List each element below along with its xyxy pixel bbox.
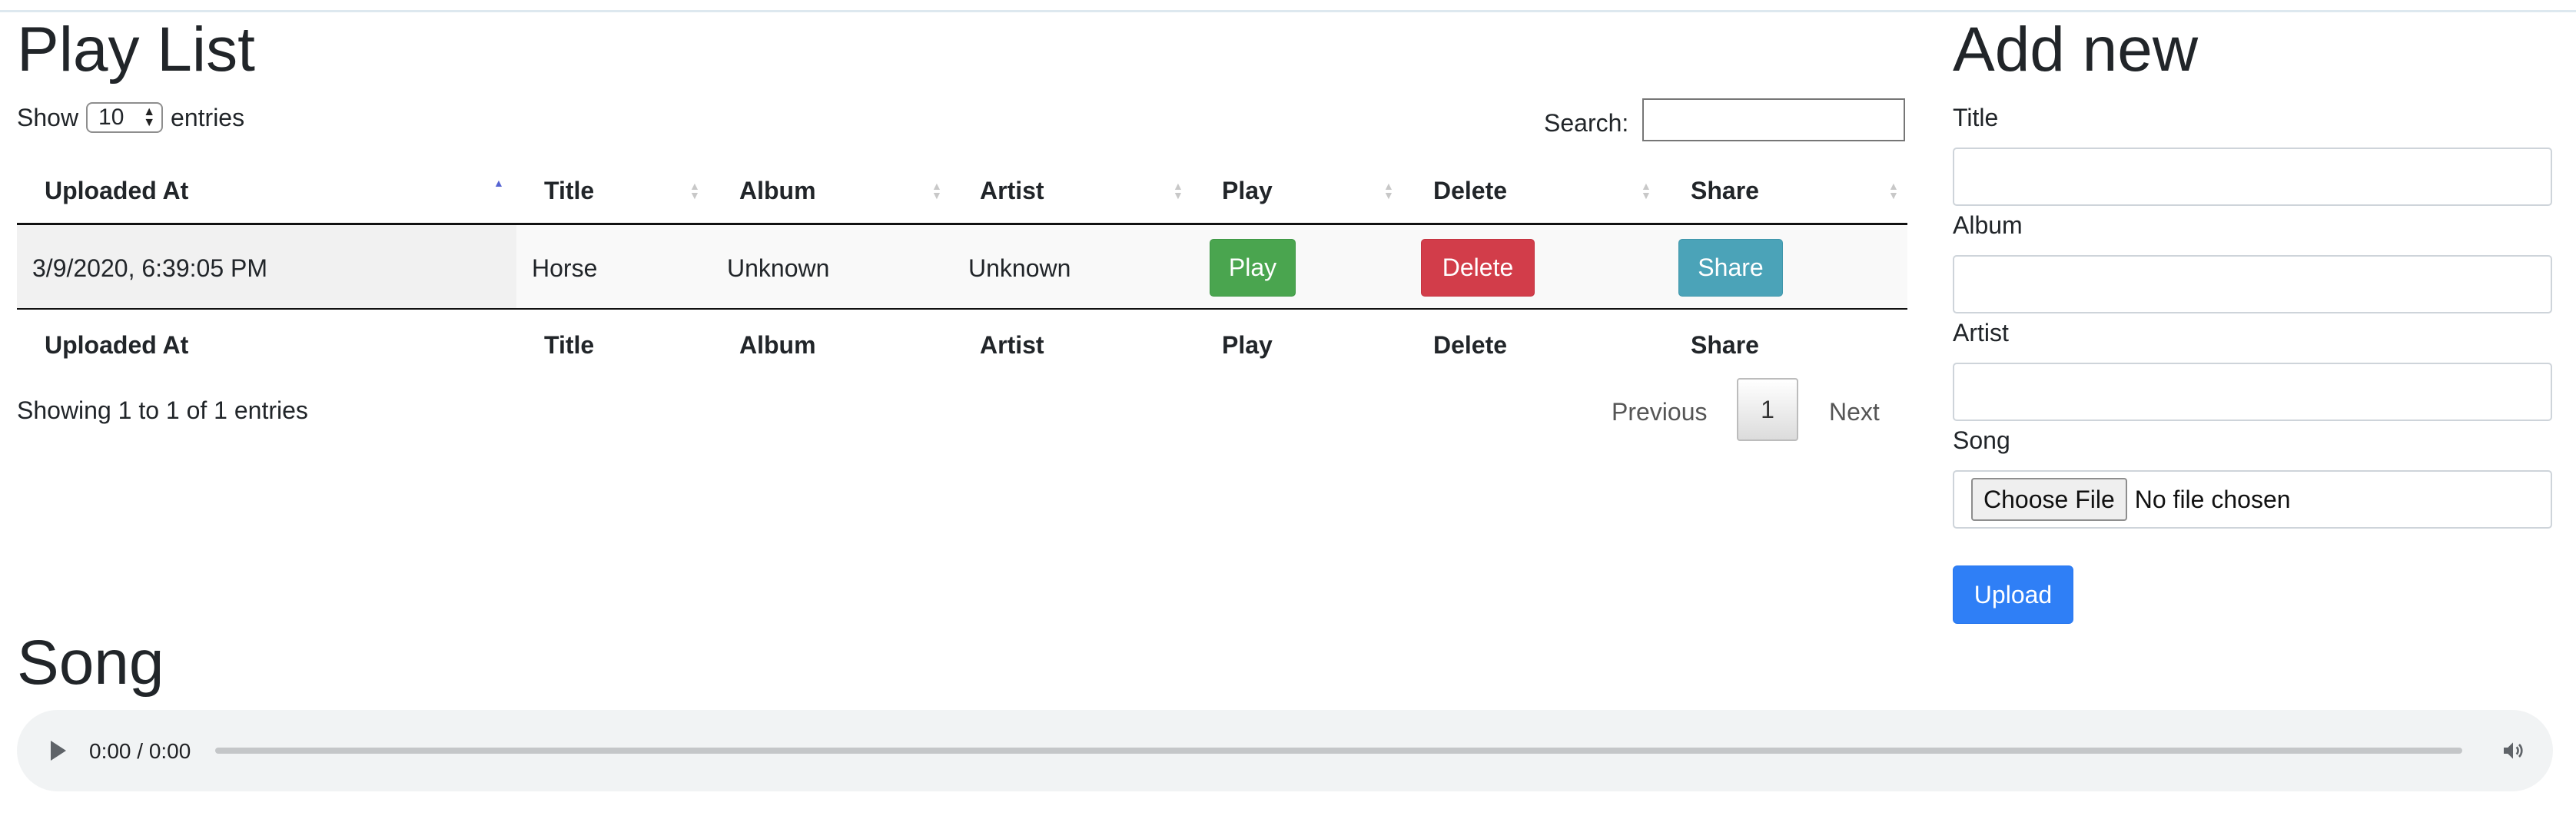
add-new-heading: Add new	[1953, 15, 2199, 85]
footer-title: Title	[544, 331, 595, 359]
top-border	[0, 10, 2576, 12]
artist-label: Artist	[1953, 319, 2009, 347]
sort-arrows-icon: ▲▼	[493, 177, 504, 189]
column-header-artist[interactable]: Artist	[980, 178, 1044, 203]
play-icon[interactable]	[51, 741, 66, 761]
sort-arrows-icon: ▲▼	[931, 180, 942, 201]
page-size-select[interactable]: 10 ▲ ▼	[86, 102, 164, 133]
footer-divider	[17, 308, 1907, 310]
share-button[interactable]: Share	[1678, 239, 1783, 297]
search-input[interactable]	[1642, 98, 1905, 141]
column-header-delete[interactable]: Delete	[1433, 178, 1507, 203]
artist-field[interactable]	[1953, 363, 2552, 421]
play-button[interactable]: Play	[1210, 239, 1296, 297]
cell-uploaded-at: 3/9/2020, 6:39:05 PM	[32, 254, 267, 282]
search-label: Search:	[1544, 109, 1629, 137]
song-label: Song	[1953, 426, 2010, 454]
column-header-play[interactable]: Play	[1222, 178, 1273, 203]
delete-button[interactable]: Delete	[1421, 239, 1535, 297]
upload-button[interactable]: Upload	[1953, 565, 2073, 624]
sort-arrows-icon: ▲▼	[1173, 180, 1183, 201]
file-status: No file chosen	[2134, 485, 2291, 513]
footer-artist: Artist	[980, 331, 1044, 359]
song-heading: Song	[17, 628, 164, 698]
table-info: Showing 1 to 1 of 1 entries	[17, 396, 308, 424]
pagination-previous[interactable]: Previous	[1612, 398, 1708, 426]
footer-album: Album	[739, 331, 816, 359]
sort-arrows-icon: ▲▼	[1888, 180, 1899, 201]
speaker-icon[interactable]	[2501, 738, 2525, 763]
footer-uploaded-at: Uploaded At	[45, 331, 189, 359]
page: Play List Show 10 ▲ ▼ entries Search: Upl…	[0, 0, 2576, 839]
page-size-control: Show 10 ▲ ▼ entries	[17, 102, 244, 133]
album-label: Album	[1953, 211, 2023, 239]
column-header-uploaded-at[interactable]: Uploaded At	[45, 178, 188, 203]
choose-file-button[interactable]: Choose File	[1971, 478, 2127, 521]
cell-artist: Unknown	[968, 254, 1071, 282]
footer-delete: Delete	[1433, 331, 1508, 359]
page-size-value: 10	[98, 104, 124, 130]
pagination-page-1[interactable]: 1	[1737, 378, 1798, 441]
album-field[interactable]	[1953, 255, 2552, 313]
sort-arrows-icon: ▲▼	[1383, 180, 1394, 201]
column-header-share[interactable]: Share	[1691, 178, 1759, 203]
playlist-heading: Play List	[17, 15, 255, 85]
show-label: Show	[17, 104, 79, 131]
audio-time: 0:00 / 0:00	[89, 739, 191, 763]
sort-arrows-icon: ▲▼	[689, 180, 700, 201]
footer-play: Play	[1222, 331, 1273, 359]
audio-progress-bar[interactable]	[215, 748, 2462, 754]
sort-arrows-icon: ▲▼	[1641, 180, 1651, 201]
column-header-album[interactable]: Album	[739, 178, 816, 203]
footer-share: Share	[1691, 331, 1759, 359]
entries-label: entries	[171, 104, 245, 131]
select-arrows-icon: ▲ ▼	[143, 104, 156, 129]
song-file-field: Choose File No file chosen	[1953, 470, 2552, 529]
column-header-title[interactable]: Title	[544, 178, 594, 203]
cell-album: Unknown	[727, 254, 830, 282]
cell-title: Horse	[532, 254, 598, 282]
title-field[interactable]	[1953, 148, 2552, 206]
pagination-next[interactable]: Next	[1829, 398, 1880, 426]
audio-player: 0:00 / 0:00	[17, 710, 2553, 791]
title-label: Title	[1953, 104, 1999, 131]
